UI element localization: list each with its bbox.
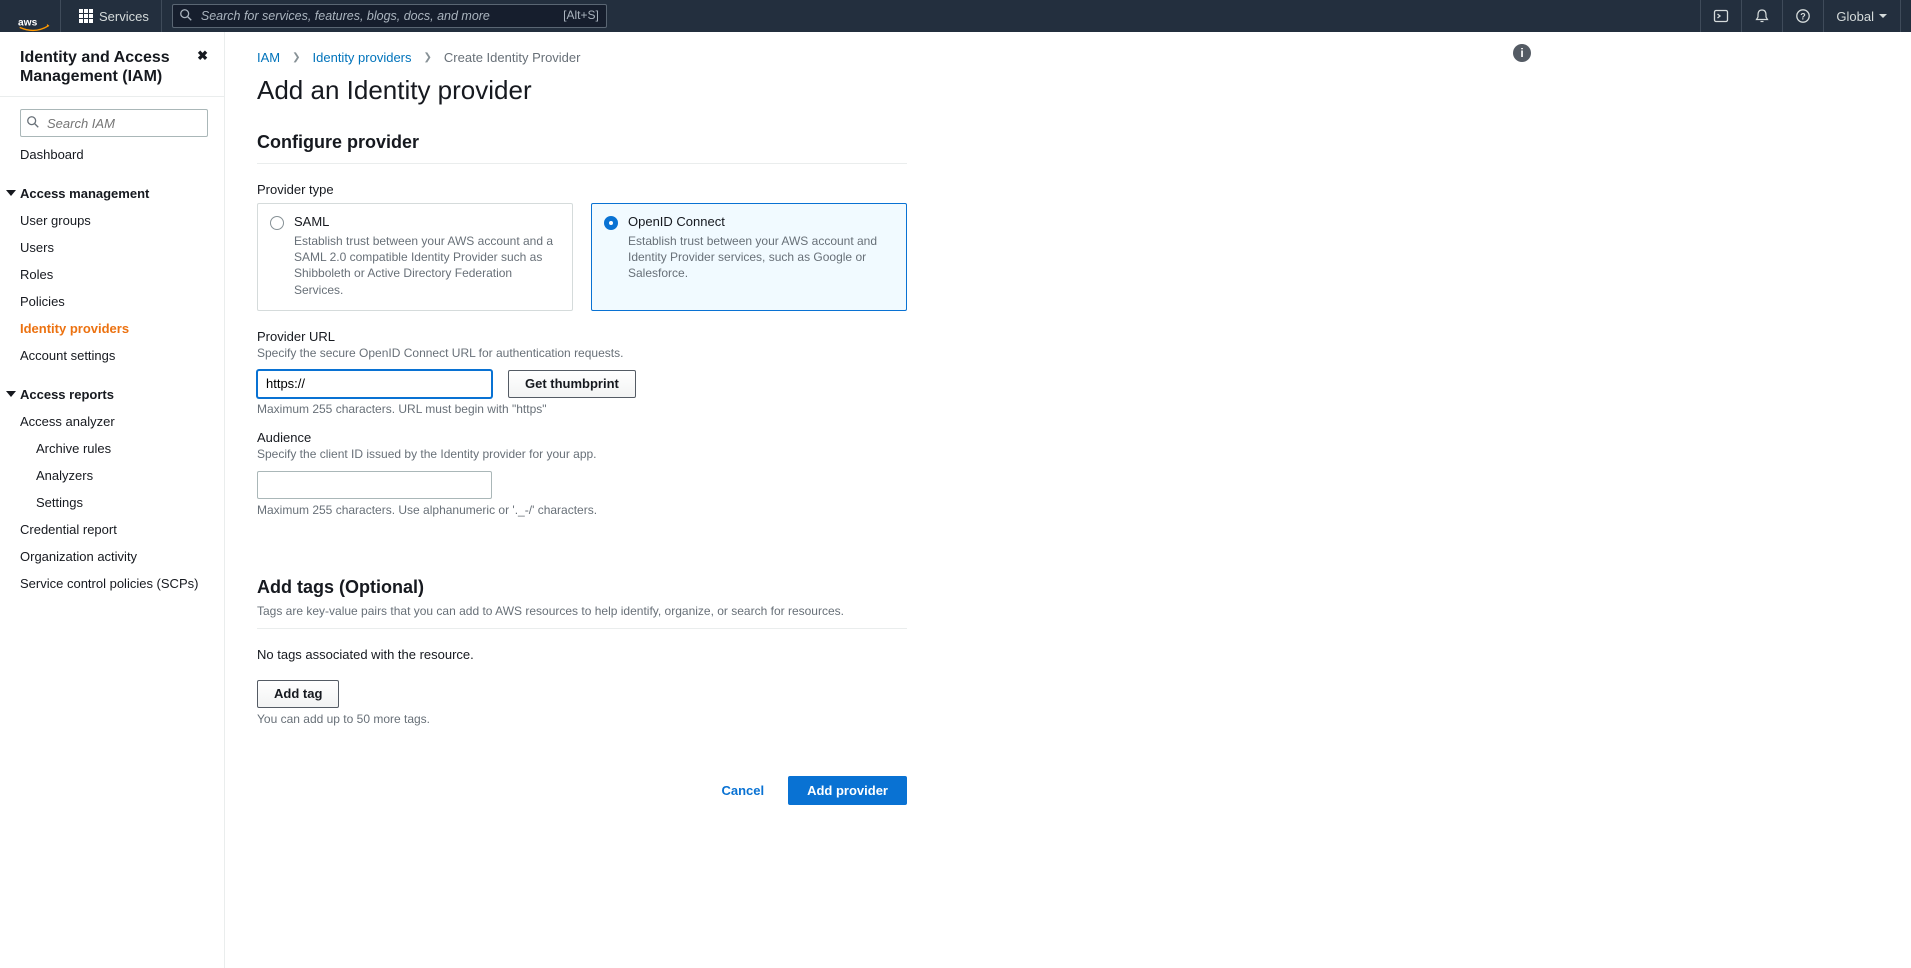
tags-header: Add tags (Optional)	[257, 577, 907, 598]
saml-name: SAML	[294, 214, 560, 229]
global-search: [Alt+S]	[172, 4, 607, 28]
saml-desc: Establish trust between your AWS account…	[294, 233, 560, 298]
sidebar-group-access[interactable]: Access management	[0, 180, 224, 207]
add-tag-button[interactable]: Add tag	[257, 680, 339, 708]
add-provider-button[interactable]: Add provider	[788, 776, 907, 805]
sidebar-item-roles[interactable]: Roles	[0, 261, 224, 288]
sidebar-group-reports[interactable]: Access reports	[0, 381, 224, 408]
section-tags: Add tags (Optional) Tags are key-value p…	[257, 577, 907, 726]
crumb-current: Create Identity Provider	[444, 50, 581, 65]
footer-actions: Cancel Add provider	[257, 776, 907, 805]
svg-text:?: ?	[1801, 12, 1807, 22]
tags-desc: Tags are key-value pairs that you can ad…	[257, 604, 907, 618]
provider-type-label: Provider type	[257, 182, 907, 197]
audience-desc: Specify the client ID issued by the Iden…	[257, 447, 907, 461]
sidebar: Identity and Access Management (IAM) ✖ D…	[0, 32, 225, 968]
sidebar-item-archive-rules[interactable]: Archive rules	[0, 435, 224, 462]
services-menu[interactable]: Services	[67, 0, 162, 32]
provider-url-input[interactable]	[257, 370, 492, 398]
region-selector[interactable]: Global	[1823, 0, 1901, 32]
sidebar-search-input[interactable]	[20, 109, 208, 137]
audience-hint: Maximum 255 characters. Use alphanumeric…	[257, 503, 907, 517]
provider-type-oidc[interactable]: OpenID Connect Establish trust between y…	[591, 203, 907, 311]
help-icon[interactable]: ?	[1782, 0, 1823, 32]
search-icon	[26, 115, 40, 129]
sidebar-item-credential-report[interactable]: Credential report	[0, 516, 224, 543]
chevron-right-icon: ❯	[292, 52, 300, 63]
tags-hint: You can add up to 50 more tags.	[257, 712, 907, 726]
sidebar-item-account-settings[interactable]: Account settings	[0, 342, 224, 369]
sidebar-title: Identity and Access Management (IAM)	[20, 48, 197, 86]
sidebar-item-identity-providers[interactable]: Identity providers	[0, 315, 224, 342]
section-configure: Configure provider Provider type SAML Es…	[257, 132, 907, 517]
services-label: Services	[99, 9, 149, 24]
oidc-name: OpenID Connect	[628, 214, 894, 229]
provider-type-saml[interactable]: SAML Establish trust between your AWS ac…	[257, 203, 573, 311]
breadcrumb: IAM ❯ Identity providers ❯ Create Identi…	[257, 50, 1505, 65]
audience-label: Audience	[257, 430, 907, 445]
sidebar-item-settings[interactable]: Settings	[0, 489, 224, 516]
search-input[interactable]	[172, 4, 607, 28]
cloudshell-icon[interactable]	[1700, 0, 1741, 32]
svg-text:aws: aws	[18, 18, 38, 29]
search-shortcut: [Alt+S]	[563, 8, 599, 22]
info-icon[interactable]: i	[1513, 44, 1531, 62]
oidc-desc: Establish trust between your AWS account…	[628, 233, 894, 282]
top-nav: aws Services [Alt+S] ? Global	[0, 0, 1911, 32]
configure-header: Configure provider	[257, 132, 907, 153]
provider-url-desc: Specify the secure OpenID Connect URL fo…	[257, 346, 907, 360]
audience-input[interactable]	[257, 471, 492, 499]
sidebar-item-org-activity[interactable]: Organization activity	[0, 543, 224, 570]
radio-icon	[270, 216, 284, 230]
sidebar-item-users[interactable]: Users	[0, 234, 224, 261]
chevron-right-icon: ❯	[424, 52, 432, 63]
services-grid-icon	[79, 9, 93, 23]
close-icon[interactable]: ✖	[197, 48, 208, 64]
page-title: Add an Identity provider	[257, 75, 1505, 106]
sidebar-item-access-analyzer[interactable]: Access analyzer	[0, 408, 224, 435]
get-thumbprint-button[interactable]: Get thumbprint	[508, 370, 636, 398]
radio-icon	[604, 216, 618, 230]
tags-empty: No tags associated with the resource.	[257, 647, 907, 662]
search-icon	[179, 8, 193, 22]
caret-down-icon	[6, 190, 16, 196]
sidebar-item-analyzers[interactable]: Analyzers	[0, 462, 224, 489]
sidebar-item-policies[interactable]: Policies	[0, 288, 224, 315]
caret-down-icon	[6, 391, 16, 397]
crumb-iam[interactable]: IAM	[257, 50, 280, 65]
sidebar-item-usergroups[interactable]: User groups	[0, 207, 224, 234]
provider-url-label: Provider URL	[257, 329, 907, 344]
main-content: i IAM ❯ Identity providers ❯ Create Iden…	[225, 32, 1525, 968]
sidebar-item-scps[interactable]: Service control policies (SCPs)	[0, 570, 224, 597]
crumb-identity-providers[interactable]: Identity providers	[313, 50, 412, 65]
notifications-icon[interactable]	[1741, 0, 1782, 32]
aws-logo[interactable]: aws	[10, 0, 61, 32]
sidebar-item-dashboard[interactable]: Dashboard	[0, 141, 224, 168]
cancel-button[interactable]: Cancel	[713, 776, 772, 805]
provider-url-hint: Maximum 255 characters. URL must begin w…	[257, 402, 907, 416]
